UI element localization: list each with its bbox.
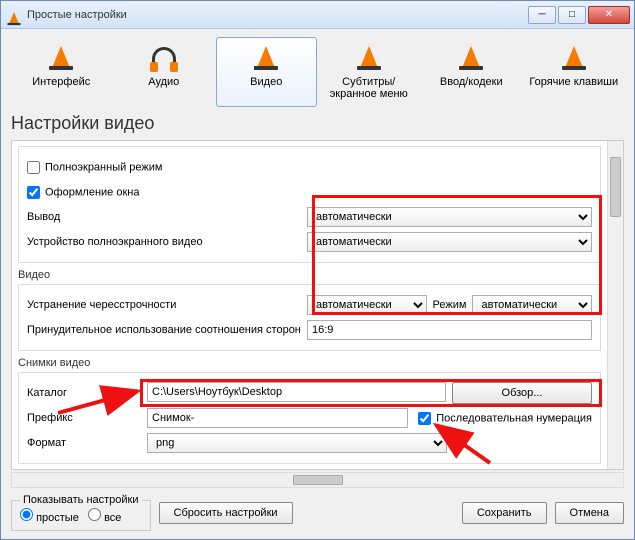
settings-window: Простые настройки ─ □ ✕ Интерфейс Аудио … [0,0,635,540]
vertical-scrollbar[interactable] [607,141,623,469]
cancel-button[interactable]: Отмена [555,502,624,524]
video-group: Устранение чересстрочности автоматически… [18,284,601,351]
prefix-input[interactable] [147,408,408,428]
titlebar: Простые настройки ─ □ ✕ [1,1,634,29]
category-tabs: Интерфейс Аудио Видео Субтитры/экранное … [11,37,624,107]
tab-subtitles[interactable]: Субтитры/экранное меню [319,37,420,107]
show-settings-legend: Показывать настройки [20,494,142,506]
tab-input-codecs[interactable]: Ввод/кодеки [421,37,522,107]
deinterlace-select[interactable]: автоматически [307,295,427,315]
maximize-button[interactable]: □ [558,6,586,24]
close-button[interactable]: ✕ [588,6,630,24]
fullscreen-device-select[interactable]: автоматически [307,232,592,252]
output-label: Вывод [27,211,307,223]
fullscreen-checkbox[interactable] [27,161,40,174]
output-select[interactable]: автоматически [307,207,592,227]
show-settings-group: Показывать настройки простые все [11,494,151,531]
radio-all-label[interactable]: все [88,512,121,524]
settings-scroll-area: Полноэкранный режим Оформление окна Выво… [11,140,624,470]
aspect-input[interactable] [307,320,592,340]
fullscreen-checkbox-label[interactable]: Полноэкранный режим [27,161,163,174]
minimize-button[interactable]: ─ [528,6,556,24]
app-icon [5,7,21,23]
window-title: Простые настройки [27,9,528,21]
browse-button[interactable]: Обзор... [452,382,592,404]
directory-label: Каталог [27,387,147,399]
reset-button[interactable]: Сбросить настройки [159,502,293,524]
page-title: Настройки видео [11,113,624,134]
fullscreen-device-label: Устройство полноэкранного видео [27,236,307,248]
tab-hotkeys[interactable]: Горячие клавиши [524,37,625,107]
tab-audio[interactable]: Аудио [114,37,215,107]
radio-all[interactable] [88,508,101,521]
save-button[interactable]: Сохранить [462,502,547,524]
radio-simple[interactable] [20,508,33,521]
deinterlace-mode-select[interactable]: автоматически [472,295,592,315]
snapshots-section-title: Снимки видео [18,357,601,369]
video-section-title: Видео [18,269,601,281]
general-group: Полноэкранный режим Оформление окна Выво… [18,146,601,263]
prefix-label: Префикс [27,412,147,424]
deinterlace-label: Устранение чересстрочности [27,299,307,311]
format-label: Формат [27,437,147,449]
mode-label: Режим [433,299,467,311]
snapshots-group: Каталог Обзор... Префикс Последовательна… [18,372,601,464]
horizontal-scrollbar[interactable] [11,472,624,488]
aspect-label: Принудительное использование соотношения… [27,324,307,336]
tab-interface[interactable]: Интерфейс [11,37,112,107]
tab-video[interactable]: Видео [216,37,317,107]
decorations-checkbox-label[interactable]: Оформление окна [27,186,139,199]
radio-simple-label[interactable]: простые [20,512,79,524]
footer: Показывать настройки простые все Сбросит… [11,488,624,531]
format-select[interactable]: png [147,433,447,453]
decorations-checkbox[interactable] [27,186,40,199]
sequential-checkbox-label[interactable]: Последовательная нумерация [418,412,592,425]
directory-input[interactable] [147,382,446,402]
sequential-checkbox[interactable] [418,412,431,425]
